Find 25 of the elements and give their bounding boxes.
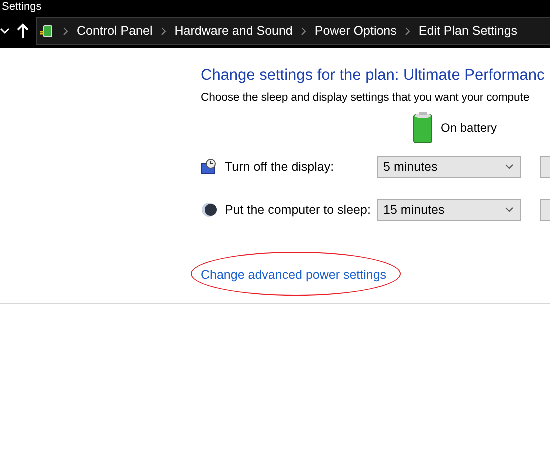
setting-label: Put the computer to sleep: bbox=[225, 203, 371, 217]
chevron-down-icon bbox=[505, 207, 514, 213]
monitor-clock-icon bbox=[201, 159, 217, 175]
chevron-down-icon bbox=[505, 164, 514, 170]
moon-icon bbox=[201, 202, 217, 218]
setting-label: Turn off the display: bbox=[225, 160, 334, 174]
column-header: On battery bbox=[441, 121, 498, 135]
caret-icon[interactable] bbox=[0, 26, 10, 36]
page-heading: Change settings for the plan: Ultimate Performanc bbox=[201, 67, 546, 85]
breadcrumb[interactable]: Hardware and Sound bbox=[174, 24, 293, 38]
chevron-icon bbox=[160, 26, 167, 36]
dropdown[interactable]: 5 minutes bbox=[376, 156, 522, 178]
chevron-icon bbox=[300, 26, 307, 36]
page-subtitle: Choose the sleep and display settings that you want your compute bbox=[201, 92, 531, 104]
chevron-icon bbox=[404, 26, 411, 36]
up-arrow-icon[interactable] bbox=[16, 23, 30, 39]
battery-icon bbox=[413, 112, 433, 144]
breadcrumb[interactable]: Power Options bbox=[314, 24, 397, 38]
battery-plug-icon bbox=[39, 23, 55, 39]
advanced-settings-link[interactable]: Change advanced power settings bbox=[201, 268, 387, 282]
window-title: Settings bbox=[2, 1, 42, 13]
dropdown[interactable]: 15 minutes bbox=[376, 199, 522, 221]
breadcrumb[interactable]: Edit Plan Settings bbox=[418, 24, 518, 38]
breadcrumb[interactable]: Control Panel bbox=[77, 24, 153, 38]
chevron-icon bbox=[63, 26, 69, 36]
